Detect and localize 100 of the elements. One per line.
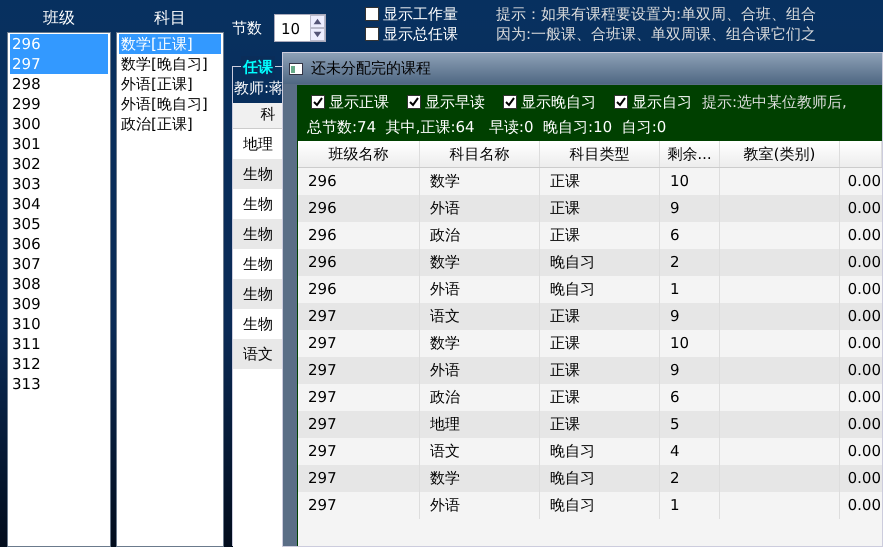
- class-item[interactable]: 302: [10, 154, 108, 174]
- table-cell-text: 297: [308, 333, 337, 354]
- subject-item[interactable]: 数学[晚自习]: [119, 54, 221, 74]
- checkbox-label[interactable]: 显示正课: [329, 91, 389, 114]
- table-cell-text: 9: [670, 198, 680, 220]
- window-icon: [289, 62, 303, 74]
- table-cell-text: 正课: [550, 360, 580, 382]
- table-cell-text: 0.00: [848, 360, 881, 382]
- table-cell: 生物: [243, 285, 273, 303]
- table-cell-text: 2: [670, 468, 680, 490]
- table-cell-text: 9: [670, 306, 680, 328]
- table-cell-text: 正课: [550, 171, 580, 192]
- field-label: 节数: [232, 18, 262, 39]
- summary-text: 总节数:74 其中,正课:64 早读:0 晚自习:10 自习:0: [306, 116, 668, 138]
- table-cell-text: 297: [308, 360, 337, 382]
- column-header[interactable]: 剩余...: [667, 142, 712, 166]
- table-cell-text: 正课: [550, 387, 580, 408]
- table-cell: 生物: [243, 195, 273, 213]
- table-cell-text: 晚自习: [550, 279, 595, 300]
- class-item[interactable]: 311: [10, 334, 108, 354]
- table-cell-text: 数学: [430, 252, 460, 274]
- checkbox[interactable]: [365, 7, 379, 21]
- table-cell-text: 0.00: [848, 387, 881, 408]
- checkbox-label[interactable]: 显示自习: [632, 91, 692, 114]
- table-cell-text: 2: [670, 252, 680, 274]
- class-item[interactable]: 309: [10, 294, 108, 314]
- table-cell-text: 0.00: [848, 495, 881, 516]
- table-cell-text: 0.00: [848, 468, 881, 490]
- table-cell-text: 0.00: [848, 171, 881, 192]
- table-cell-text: 1: [670, 495, 680, 516]
- table-cell-text: 数学: [430, 333, 460, 354]
- table-cell-text: 正课: [550, 414, 580, 436]
- class-item[interactable]: 303: [10, 174, 108, 194]
- table-cell-text: 晚自习: [550, 252, 595, 274]
- column-header[interactable]: 教室(类别): [744, 142, 816, 166]
- class-item[interactable]: 301: [10, 134, 108, 154]
- table-cell-text: 297: [308, 495, 337, 516]
- table-cell-text: 0.00: [848, 441, 881, 462]
- subject-item[interactable]: 外语[晚自习]: [119, 94, 221, 114]
- table-cell-text: 正课: [550, 333, 580, 354]
- class-item[interactable]: 313: [10, 374, 108, 394]
- table-cell-text: 10: [670, 333, 690, 354]
- checkbox[interactable]: [311, 95, 325, 110]
- column-header[interactable]: 科目类型: [570, 142, 630, 166]
- hint-text: 提示：如果有课程要设置为:单双周、合班、组合: [496, 4, 816, 24]
- hint-text: 因为:一般课、合班课、单双周课、组合课它们之: [496, 24, 816, 44]
- checkbox[interactable]: [614, 95, 628, 110]
- hint-text: 提示:选中某位教师后,: [702, 92, 847, 113]
- table-cell-text: 296: [308, 279, 337, 300]
- class-item[interactable]: 310: [10, 314, 108, 334]
- table-cell-text: 296: [308, 225, 337, 246]
- table-cell: 语文: [243, 345, 273, 363]
- class-item[interactable]: 306: [10, 234, 108, 254]
- subject-item[interactable]: 外语[正课]: [119, 74, 221, 94]
- table-cell-text: 0.00: [848, 252, 881, 274]
- table-cell-text: 外语: [430, 495, 460, 516]
- table-cell-text: 晚自习: [550, 495, 595, 516]
- table-cell-text: 297: [308, 306, 337, 328]
- table-cell-text: 296: [308, 171, 337, 192]
- class-item[interactable]: 299: [10, 94, 108, 114]
- class-item[interactable]: 305: [10, 214, 108, 234]
- column-header[interactable]: 班级名称: [328, 142, 388, 166]
- table-cell: 生物: [243, 315, 273, 333]
- table-cell: 生物: [243, 255, 273, 273]
- table-cell-text: 1: [670, 279, 680, 300]
- table-cell-text: 正课: [550, 198, 580, 220]
- table-cell-text: 6: [670, 225, 680, 246]
- table-cell-text: 数学: [430, 468, 460, 490]
- class-item[interactable]: 298: [10, 74, 108, 94]
- teacher-label: 教师:蒋: [234, 78, 284, 99]
- class-item[interactable]: 307: [10, 254, 108, 274]
- column-header: 科: [260, 105, 276, 123]
- checkbox-label[interactable]: 显示总任课: [383, 24, 458, 44]
- table-cell-text: 297: [308, 414, 337, 436]
- table-cell: 生物: [243, 225, 273, 243]
- class-item[interactable]: 312: [10, 354, 108, 374]
- checkbox-label[interactable]: 显示工作量: [383, 4, 458, 24]
- checkbox[interactable]: [407, 95, 421, 110]
- table-cell-text: 10: [670, 171, 690, 192]
- class-item[interactable]: 304: [10, 194, 108, 214]
- checkbox[interactable]: [365, 27, 379, 41]
- number-spinner[interactable]: 10: [274, 14, 326, 42]
- table-cell-text: 6: [670, 387, 680, 408]
- list-label: 班级: [43, 7, 75, 29]
- checkbox-label[interactable]: 显示早读: [425, 91, 485, 114]
- table-cell-text: 地理: [430, 414, 460, 436]
- table-cell-text: 0.00: [848, 333, 881, 354]
- table-cell-text: 296: [308, 198, 337, 220]
- table-cell-text: 0.00: [848, 306, 881, 328]
- table-cell-text: 语文: [430, 441, 460, 462]
- column-header[interactable]: 科目名称: [450, 142, 510, 166]
- table-cell-text: 政治: [430, 387, 460, 408]
- subject-item[interactable]: 政治[正课]: [119, 114, 221, 134]
- table-cell-text: 296: [308, 252, 337, 274]
- class-item[interactable]: 300: [10, 114, 108, 134]
- class-item[interactable]: 308: [10, 274, 108, 294]
- table-cell-text: 5: [670, 414, 680, 436]
- table-cell-text: 9: [670, 360, 680, 382]
- checkbox-label[interactable]: 显示晚自习: [521, 91, 596, 114]
- checkbox[interactable]: [503, 95, 517, 110]
